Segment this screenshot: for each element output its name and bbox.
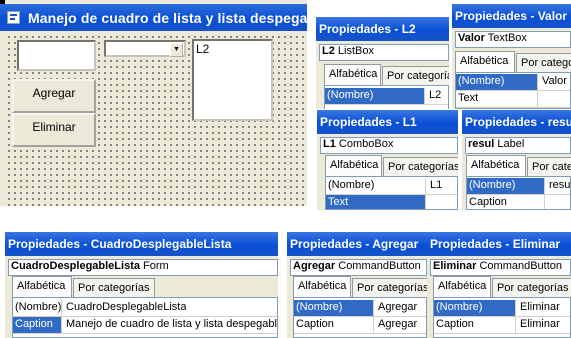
- tab-categories[interactable]: Por categorías: [527, 157, 571, 176]
- l2-listbox[interactable]: L2: [192, 39, 273, 121]
- property-row[interactable]: Text: [326, 195, 457, 209]
- tab-alphabetic[interactable]: Alfabética: [466, 155, 526, 176]
- tab-categories[interactable]: Por categorías: [492, 278, 571, 297]
- object-selector[interactable]: resul Label: [465, 137, 571, 154]
- window-title-bar[interactable]: Propiedades - Agregar: [287, 232, 427, 256]
- properties-window-resul: Propiedades - resul resul Label Alfabéti…: [462, 110, 571, 210]
- tab-alphabetic[interactable]: Alfabética: [12, 276, 72, 297]
- tab-categories[interactable]: Por categorías: [73, 278, 155, 297]
- valor-textbox[interactable]: [17, 40, 96, 71]
- tab-alphabetic[interactable]: Alfabética: [325, 155, 382, 176]
- tab-categories[interactable]: Por categorías: [516, 53, 571, 72]
- tab-categories[interactable]: Por categorías: [383, 157, 458, 176]
- list-item[interactable]: L2: [196, 42, 209, 56]
- property-row[interactable]: Text: [456, 91, 570, 108]
- property-row[interactable]: Caption Eliminar: [434, 317, 570, 334]
- properties-window-l2: Propiedades - L2 L2 ListBox Alfabética P…: [316, 17, 449, 109]
- property-row[interactable]: (Nombre) L1: [326, 178, 457, 195]
- add-button[interactable]: Agregar: [12, 79, 96, 113]
- window-title-bar[interactable]: Propiedades - Eliminar: [427, 232, 571, 256]
- property-row[interactable]: (Nombre) CuadroDesplegableLista: [13, 300, 277, 317]
- tab-alphabetic[interactable]: Alfabética: [433, 276, 491, 297]
- tab-categories[interactable]: Por categorías: [382, 66, 449, 85]
- object-selector[interactable]: Agregar CommandButton: [290, 259, 427, 276]
- form-icon: [7, 11, 20, 24]
- property-row[interactable]: (Nombre) Eliminar: [434, 300, 570, 317]
- window-title-bar[interactable]: Propiedades - CuadroDesplegableLista: [5, 232, 278, 256]
- property-grid[interactable]: (Nombre) Valor Text: [455, 72, 571, 109]
- form-title: Manejo de cuadro de lista y lista despeg…: [28, 10, 307, 26]
- object-selector[interactable]: L1 ComboBox: [320, 137, 458, 154]
- property-row[interactable]: (Nombre) Agregar: [294, 300, 426, 317]
- properties-window-form: Propiedades - CuadroDesplegableLista Cua…: [5, 232, 278, 338]
- tab-alphabetic[interactable]: Alfabética: [455, 51, 515, 72]
- property-grid[interactable]: (Nombre) L2: [324, 85, 449, 109]
- form-client-area[interactable]: ▼ L2 Agregar Eliminar: [4, 32, 307, 206]
- property-grid[interactable]: (Nombre) L1 Text: [325, 176, 458, 210]
- property-row[interactable]: Caption Agregar: [294, 317, 426, 334]
- object-selector[interactable]: Valor TextBox: [455, 31, 571, 48]
- l1-combobox[interactable]: ▼: [104, 40, 186, 57]
- tab-alphabetic[interactable]: Alfabética: [324, 64, 381, 85]
- property-row[interactable]: (Nombre) L2: [325, 88, 448, 105]
- window-title-bar[interactable]: Propiedades - Valor: [452, 4, 571, 28]
- window-title-bar[interactable]: Propiedades - L1: [317, 110, 458, 134]
- form-title-bar[interactable]: Manejo de cuadro de lista y lista despeg…: [0, 4, 307, 31]
- property-grid[interactable]: (Nombre) resul Caption: [466, 176, 571, 210]
- tab-alphabetic[interactable]: Alfabética: [293, 276, 351, 297]
- form-designer-window: Manejo de cuadro de lista y lista despeg…: [0, 0, 307, 206]
- property-row[interactable]: Caption: [467, 195, 570, 209]
- properties-window-l1: Propiedades - L1 L1 ComboBox Alfabética …: [317, 110, 458, 210]
- object-selector[interactable]: CuadroDesplegableLista Form: [8, 259, 278, 276]
- property-grid[interactable]: (Nombre) CuadroDesplegableLista Caption …: [12, 297, 278, 338]
- properties-window-agregar: Propiedades - Agregar Agregar CommandBut…: [287, 232, 427, 338]
- tab-categories[interactable]: Por categorías: [352, 278, 427, 297]
- property-row[interactable]: Caption Manejo de cuadro de lista y list…: [13, 317, 277, 334]
- property-grid[interactable]: (Nombre) Agregar Caption Agregar: [293, 297, 427, 338]
- remove-button[interactable]: Eliminar: [12, 113, 96, 147]
- window-title-bar[interactable]: Propiedades - L2: [316, 17, 449, 41]
- property-row[interactable]: (Nombre) resul: [467, 178, 570, 195]
- object-selector[interactable]: L2 ListBox: [319, 44, 449, 61]
- properties-window-valor: Propiedades - Valor Valor TextBox Alfabé…: [452, 4, 571, 109]
- window-title-bar[interactable]: Propiedades - resul: [462, 110, 571, 134]
- object-selector[interactable]: Eliminar CommandButton: [430, 259, 571, 276]
- chevron-down-icon[interactable]: ▼: [170, 43, 183, 57]
- property-grid[interactable]: (Nombre) Eliminar Caption Eliminar: [433, 297, 571, 338]
- properties-window-eliminar: Propiedades - Eliminar Eliminar CommandB…: [427, 232, 571, 338]
- property-row[interactable]: (Nombre) Valor: [456, 74, 570, 91]
